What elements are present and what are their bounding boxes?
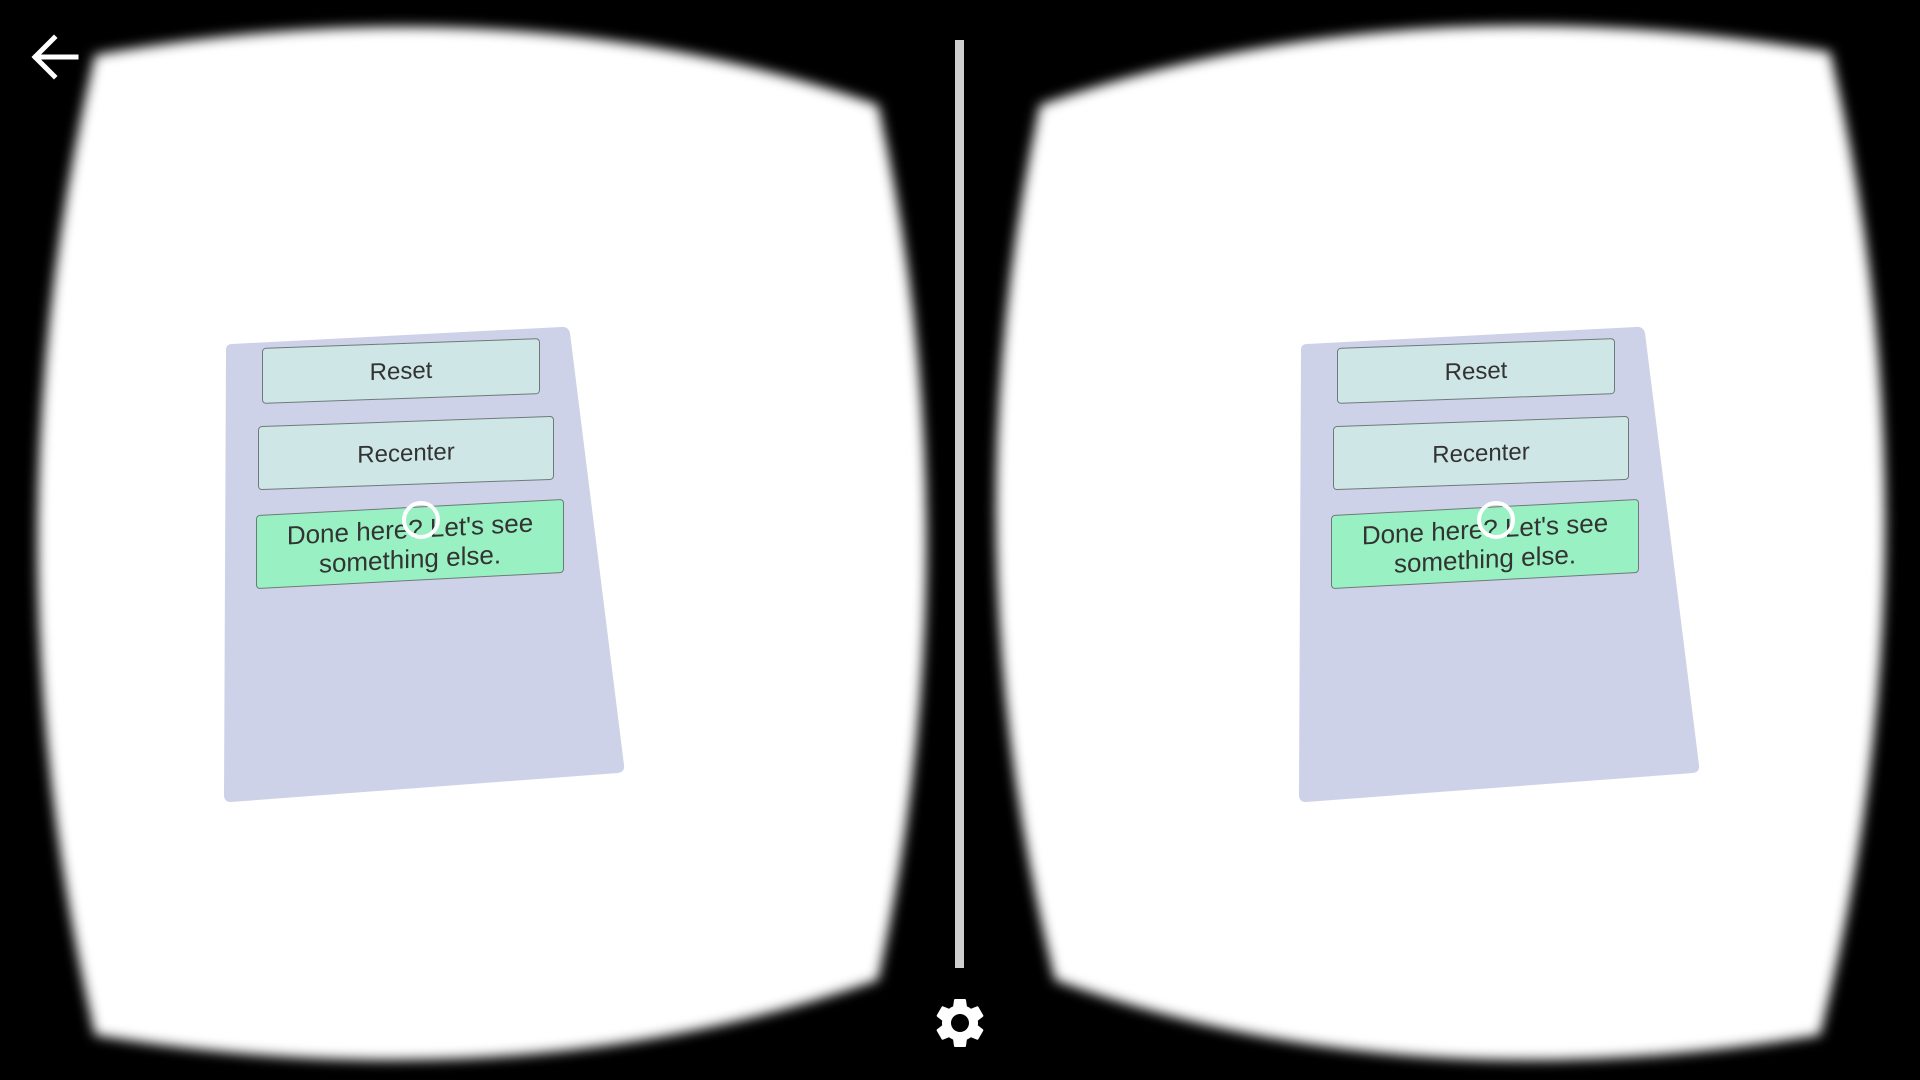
arrow-left-icon bbox=[31, 34, 79, 80]
eye-divider bbox=[955, 40, 964, 968]
reset-button[interactable]: Reset bbox=[1337, 338, 1615, 404]
recenter-button[interactable]: Recenter bbox=[1333, 415, 1629, 491]
settings-button[interactable] bbox=[930, 993, 990, 1053]
menu-panel-right: Reset Recenter Done here? Let's see some… bbox=[1293, 325, 1700, 802]
gear-icon bbox=[936, 999, 984, 1047]
back-button[interactable] bbox=[26, 28, 84, 86]
